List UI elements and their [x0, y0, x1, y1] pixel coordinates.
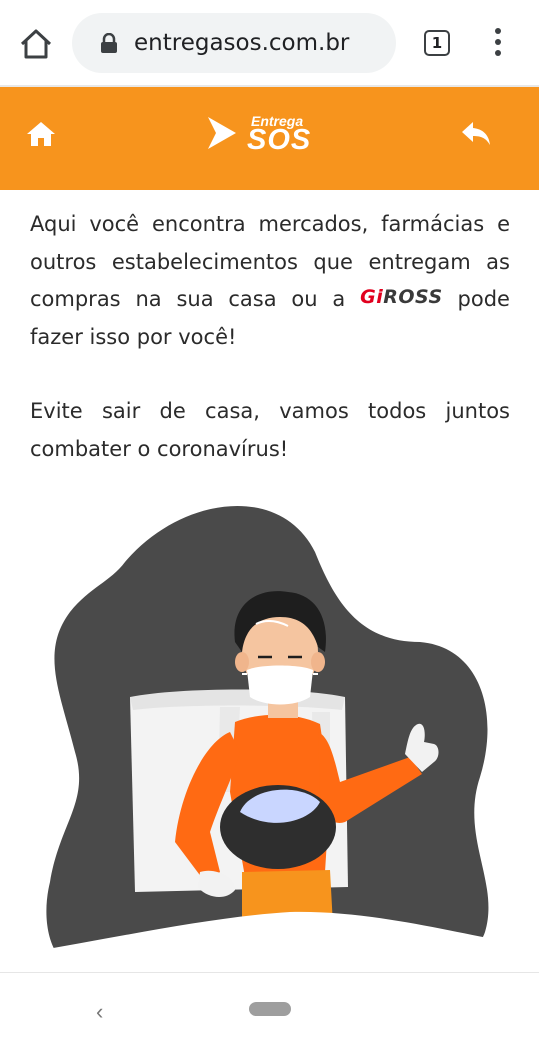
lock-icon [100, 32, 118, 53]
chevron-left-icon[interactable]: ‹ [96, 999, 103, 1025]
intro-paragraph: Aqui você encontra mercados, farmácias e… [30, 206, 510, 356]
delivery-person-illustration [30, 492, 510, 972]
tab-switcher-button[interactable]: 1 [424, 30, 450, 56]
entrega-sos-logo[interactable]: Entrega SOS [205, 113, 315, 161]
site-header: Entrega SOS [0, 87, 539, 190]
url-text: entregasos.com.br [134, 30, 350, 56]
home-icon[interactable] [26, 119, 56, 149]
more-vert-icon[interactable] [488, 28, 508, 58]
logo-arrow-icon [208, 117, 236, 149]
address-bar[interactable]: entregasos.com.br [72, 13, 396, 73]
advice-paragraph: Evite sair de casa, vamos todos juntos c… [30, 399, 510, 461]
browser-toolbar: entregasos.com.br 1 [0, 0, 539, 86]
reply-back-icon[interactable] [460, 119, 492, 149]
intro-text: Aqui você encontra mercados, farmácias e… [30, 206, 510, 505]
browser-home-icon[interactable] [16, 24, 56, 64]
tab-count: 1 [431, 34, 443, 52]
home-pill-button[interactable] [249, 1002, 291, 1016]
system-navigation-bar: ‹ [0, 972, 539, 1037]
giross-logo[interactable]: GiROSS [360, 279, 443, 317]
logo-big-text: SOS [247, 124, 312, 156]
